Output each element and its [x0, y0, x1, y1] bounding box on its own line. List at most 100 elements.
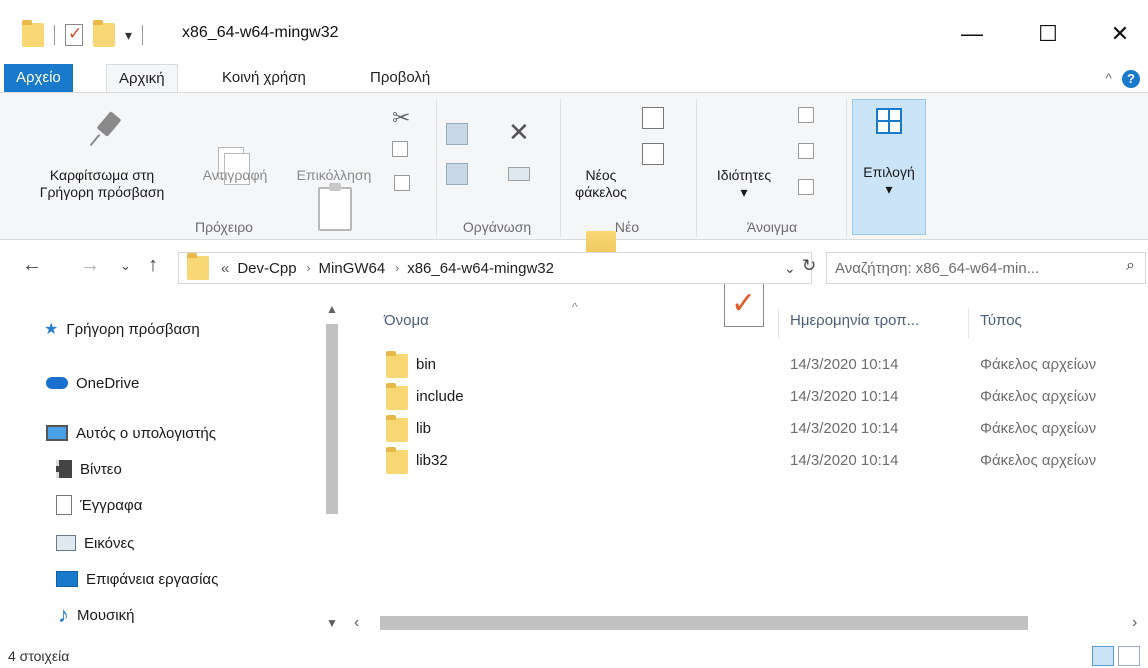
sidebar-item-label: Εικόνες	[84, 534, 135, 552]
refresh-icon[interactable]: ↻	[802, 256, 816, 276]
table-row[interactable]: include 14/3/2020 10:14 Φάκελος αρχείων	[384, 383, 1148, 412]
address-bar[interactable]: « Dev-Cpp › MinGW64 › x86_64-w64-mingw32	[178, 252, 812, 284]
music-icon: ♪	[58, 602, 69, 627]
sidebar-item-documents[interactable]: Έγγραφα	[56, 490, 142, 520]
scroll-right-icon[interactable]: ›	[1132, 614, 1137, 632]
history-icon[interactable]	[798, 179, 814, 195]
table-row[interactable]: bin 14/3/2020 10:14 Φάκελος αρχείων	[384, 351, 1148, 380]
sidebar-item-label: Μουσική	[77, 606, 135, 624]
breadcrumb-separator[interactable]: ›	[307, 261, 311, 275]
properties-button[interactable]: Ιδιότητες ▾	[704, 167, 784, 201]
paste-button[interactable]: Επικόλληση	[286, 167, 382, 184]
breadcrumb-dev-cpp[interactable]: Dev-Cpp	[237, 260, 296, 277]
edit-icon[interactable]	[798, 143, 814, 159]
sort-ascending-icon: ^	[572, 300, 578, 314]
sidebar-item-pictures[interactable]: Εικόνες	[56, 528, 134, 558]
new-folder-button[interactable]: Νέος φάκελος	[566, 167, 636, 201]
scrollbar-thumb[interactable]	[326, 324, 338, 514]
folder-icon	[386, 383, 408, 410]
folder-icon	[386, 351, 408, 378]
tab-file[interactable]: Αρχείο	[4, 64, 73, 92]
paste-shortcut-icon[interactable]	[394, 175, 410, 191]
pin-to-quick-access-button[interactable]: Καρφίτσωμα στη Γρήγορη πρόσβαση	[14, 167, 190, 201]
tab-share[interactable]: Κοινή χρήση	[210, 64, 318, 92]
scroll-left-icon[interactable]: ‹	[354, 614, 359, 632]
maximize-button[interactable]: ☐	[1026, 14, 1070, 54]
rename-icon[interactable]	[508, 167, 530, 181]
copy-button[interactable]: Αντιγραφή	[190, 167, 280, 184]
file-date: 14/3/2020 10:14	[790, 388, 899, 405]
easy-access-icon[interactable]	[642, 143, 664, 165]
file-type: Φάκελος αρχείων	[980, 420, 1097, 437]
sidebar-item-this-pc[interactable]: Αυτός ο υπολογιστής	[46, 418, 216, 448]
pin-label-line1: Καρφίτσωμα στη	[49, 167, 155, 183]
forward-button[interactable]: →	[80, 254, 100, 277]
column-header-type[interactable]: Τύπος	[980, 312, 1022, 329]
breadcrumb-current[interactable]: x86_64-w64-mingw32	[407, 260, 554, 277]
horizontal-scrollbar[interactable]: ‹ ›	[348, 612, 1148, 638]
file-name: lib	[416, 420, 432, 437]
help-icon[interactable]: ?	[1122, 70, 1140, 88]
chevron-down-icon: ▾	[885, 181, 893, 197]
scroll-up-icon[interactable]: ▲	[326, 302, 338, 316]
copy-to-icon[interactable]	[446, 163, 468, 185]
move-to-icon[interactable]	[446, 123, 468, 145]
search-box[interactable]: ⌕	[826, 252, 1146, 284]
delete-icon[interactable]: ✕	[508, 117, 530, 148]
scrollbar-thumb[interactable]	[380, 616, 1028, 630]
search-input[interactable]	[827, 253, 1107, 283]
select-button[interactable]: Επιλογή ▾	[852, 99, 926, 235]
clipboard-group-label: Πρόχειρο	[195, 219, 253, 235]
copy-path-icon[interactable]	[392, 141, 408, 157]
breadcrumb-mingw64[interactable]: MinGW64	[319, 260, 386, 277]
table-row[interactable]: lib32 14/3/2020 10:14 Φάκελος αρχείων	[384, 447, 1148, 476]
star-icon: ★	[44, 321, 59, 338]
details-view-icon[interactable]	[1092, 646, 1114, 666]
cut-icon[interactable]: ✂	[392, 105, 410, 131]
column-header-date[interactable]: Ημερομηνία τροπ...	[790, 312, 919, 329]
table-row[interactable]: lib 14/3/2020 10:14 Φάκελος αρχείων	[384, 415, 1148, 444]
tab-home[interactable]: Αρχική	[106, 64, 178, 94]
select-label: Επιλογή	[863, 164, 915, 180]
sidebar-item-label: Αυτός ο υπολογιστής	[76, 424, 216, 442]
open-icon[interactable]	[798, 107, 814, 123]
sidebar-item-music[interactable]: ♪ Μουσική	[58, 600, 134, 630]
sidebar-item-desktop[interactable]: Επιφάνεια εργασίας	[56, 564, 218, 594]
window-title: x86_64-w64-mingw32	[182, 24, 339, 41]
customize-toolbar-dropdown[interactable]: ▾	[125, 27, 132, 44]
collapse-ribbon-icon[interactable]: ^	[1105, 70, 1112, 86]
new-group-label: Νέο	[614, 219, 640, 235]
pin-label-line2: Γρήγορη πρόσβαση	[39, 184, 165, 200]
column-separator[interactable]	[968, 308, 969, 338]
address-row: ← → ⌄ ↑ « Dev-Cpp › MinGW64 › x86_64-w64…	[0, 244, 1148, 288]
ribbon-separator	[846, 99, 847, 237]
ribbon-separator	[696, 99, 697, 237]
file-name: bin	[416, 356, 437, 373]
column-separator[interactable]	[778, 308, 779, 338]
breadcrumb-overflow[interactable]: «	[221, 260, 229, 277]
back-button[interactable]: ←	[22, 254, 42, 277]
sidebar-item-label: Γρήγορη πρόσβαση	[66, 320, 200, 338]
minimize-button[interactable]: —	[950, 14, 994, 54]
up-button[interactable]: ↑	[148, 254, 158, 277]
tab-view[interactable]: Προβολή	[358, 64, 442, 92]
scroll-down-icon[interactable]: ▼	[326, 616, 338, 630]
sidebar-item-videos[interactable]: Βίντεο	[56, 454, 122, 484]
large-icons-view-icon[interactable]	[1118, 646, 1140, 666]
properties-icon[interactable]	[65, 24, 83, 46]
sidebar-item-onedrive[interactable]: OneDrive	[46, 368, 139, 398]
properties-label: Ιδιότητες	[716, 167, 772, 183]
close-button[interactable]: ✕	[1098, 14, 1142, 54]
new-item-icon[interactable]	[642, 107, 664, 129]
navigation-scrollbar[interactable]: ▲ ▼	[324, 298, 342, 644]
folder-icon	[386, 447, 408, 474]
recent-locations-dropdown[interactable]: ⌄	[120, 258, 131, 274]
file-name: include	[416, 388, 464, 405]
new-folder-icon[interactable]	[93, 20, 115, 47]
sidebar-item-label: Επιφάνεια εργασίας	[86, 570, 219, 588]
folder-icon	[22, 20, 44, 47]
breadcrumb-separator[interactable]: ›	[395, 261, 399, 275]
quick-access-toolbar: ▾	[22, 20, 144, 48]
column-header-name[interactable]: Όνομα	[384, 312, 429, 329]
sidebar-item-quick-access[interactable]: ★ Γρήγορη πρόσβαση	[44, 314, 200, 344]
